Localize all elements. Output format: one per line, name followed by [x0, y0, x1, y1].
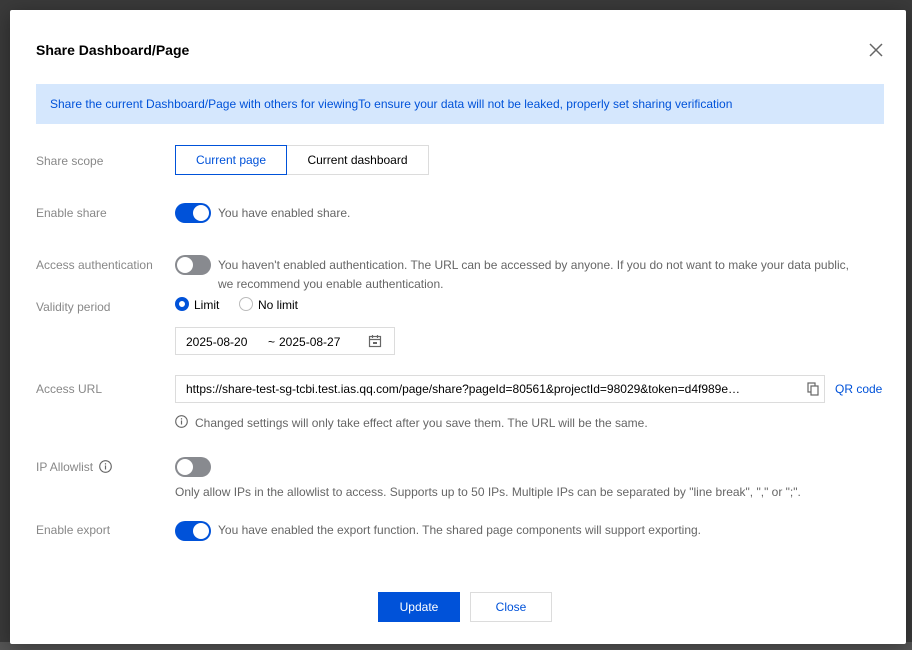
current-dashboard-option[interactable]: Current dashboard	[287, 145, 429, 175]
info-icon[interactable]	[99, 460, 113, 476]
close-icon[interactable]	[866, 40, 886, 60]
access-auth-label: Access authentication	[36, 258, 153, 272]
limit-radio-label: Limit	[194, 298, 220, 312]
calendar-icon[interactable]	[368, 334, 382, 351]
enable-share-text: You have enabled share.	[218, 206, 351, 220]
enable-export-label: Enable export	[36, 523, 111, 537]
share-scope-label: Share scope	[36, 154, 104, 168]
access-auth-text-line1: You haven't enabled authentication. The …	[218, 258, 849, 272]
copy-icon[interactable]	[807, 382, 819, 401]
info-icon	[175, 415, 188, 433]
current-page-option[interactable]: Current page	[175, 145, 287, 175]
limit-radio[interactable]	[175, 297, 189, 311]
close-button[interactable]: Close	[470, 592, 552, 622]
access-auth-text-line2: we recommend you enable authentication.	[218, 277, 444, 291]
start-date[interactable]: 2025-08-20	[186, 335, 247, 349]
ip-allowlist-label-text: IP Allowlist	[36, 460, 94, 474]
no-limit-radio[interactable]	[239, 297, 253, 311]
ip-allowlist-text: Only allow IPs in the allowlist to acces…	[175, 485, 801, 499]
access-url-value: https://share-test-sg-tcbi.test.ias.qq.c…	[186, 382, 741, 396]
enable-share-label: Enable share	[36, 206, 107, 220]
toggle-knob	[177, 459, 193, 475]
ip-allowlist-label: IP Allowlist	[36, 460, 113, 476]
enable-export-text: You have enabled the export function. Th…	[218, 523, 701, 537]
no-limit-radio-label: No limit	[258, 298, 299, 312]
qr-code-link[interactable]: QR code	[835, 382, 882, 396]
toggle-knob	[193, 205, 209, 221]
update-button[interactable]: Update	[378, 592, 460, 622]
end-date[interactable]: 2025-08-27	[279, 335, 340, 349]
dialog-title: Share Dashboard/Page	[36, 42, 190, 58]
date-range-picker[interactable]: 2025-08-20 ~ 2025-08-27	[175, 327, 395, 355]
url-note: Changed settings will only take effect a…	[195, 416, 648, 430]
ip-allowlist-toggle[interactable]	[175, 457, 211, 477]
enable-export-toggle[interactable]	[175, 521, 211, 541]
access-auth-toggle[interactable]	[175, 255, 211, 275]
validity-label: Validity period	[36, 300, 111, 314]
share-scope-segmented: Current page Current dashboard	[175, 145, 429, 175]
access-url-label: Access URL	[36, 382, 103, 396]
toggle-knob	[193, 523, 209, 539]
access-url-field[interactable]: https://share-test-sg-tcbi.test.ias.qq.c…	[175, 375, 825, 403]
share-dialog: Share Dashboard/Page Share the current D…	[10, 10, 906, 644]
toggle-knob	[177, 257, 193, 273]
info-banner: Share the current Dashboard/Page with ot…	[36, 84, 884, 124]
enable-share-toggle[interactable]	[175, 203, 211, 223]
date-separator: ~	[268, 335, 276, 349]
